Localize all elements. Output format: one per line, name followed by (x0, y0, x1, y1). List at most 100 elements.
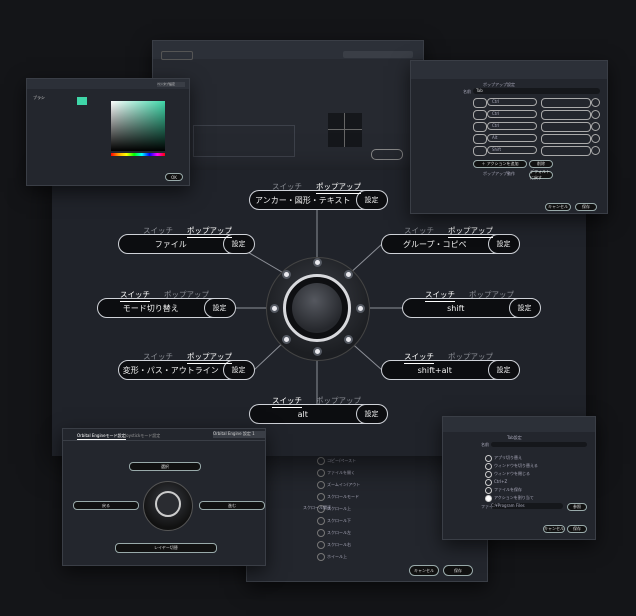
action-value-input[interactable] (541, 122, 591, 132)
cancel-button[interactable]: キャンセル (543, 525, 565, 533)
save-button[interactable]: 保存 (575, 203, 597, 211)
radio-icon (485, 455, 492, 462)
radio-label: ファイルを保存 (494, 487, 522, 492)
mini-right-pill[interactable]: 進む (199, 501, 265, 510)
radio-label: アプリ切り替え (494, 455, 522, 460)
action-row[interactable]: Alt (473, 134, 600, 144)
tab-switch[interactable]: スイッチ (143, 225, 173, 238)
pill-label: グループ・コピペ (402, 239, 467, 249)
tab-joystick-mode[interactable]: Joystickモード設定 (125, 433, 160, 439)
tab-settings-title: Tab設定 (507, 435, 522, 440)
radio-option[interactable]: アクションを割り当て (485, 495, 585, 502)
user-icon (473, 146, 487, 156)
icon-toolbar (443, 417, 595, 432)
action-row[interactable]: Shift (473, 146, 600, 156)
node-bottom[interactable] (313, 347, 322, 356)
br-name-input[interactable] (491, 442, 587, 447)
node-bottom-left[interactable] (282, 335, 291, 344)
tab-switch[interactable]: スイッチ (404, 225, 434, 238)
action-key-input[interactable]: Alt (487, 134, 537, 142)
action-key-input[interactable]: Ctrl (487, 122, 537, 130)
tab-popup[interactable]: ポップアップ (187, 351, 232, 364)
br-name-label: 名前 (481, 442, 489, 447)
action-row[interactable]: Ctrl (473, 98, 600, 108)
tab-popup[interactable]: ポップアップ (187, 225, 232, 238)
mini-top-pill[interactable]: 選択 (129, 462, 201, 471)
node-top[interactable] (313, 258, 322, 267)
action-key-input[interactable]: Ctrl (487, 98, 537, 106)
tab-orbital-mode[interactable]: Orbital Engineモード設定 (77, 433, 126, 440)
color-gradient[interactable] (111, 101, 165, 151)
orbital-mode-window: Orbital Engineモード設定 Joystickモード設定 Orbita… (62, 428, 266, 566)
tab-switch[interactable]: スイッチ (404, 351, 434, 364)
path-input[interactable]: C:¥Program Files (491, 503, 563, 509)
radio-option[interactable]: ファイルを保存 (485, 487, 585, 494)
node-bottom-right[interactable] (344, 335, 353, 344)
tab-switch[interactable]: スイッチ (272, 395, 302, 408)
popup-settings-window: ポップアップ設定 名前 Tab Ctrl Ctrl Ctrl Alt Shift ＋ ア… (410, 60, 608, 214)
remove-icon[interactable] (591, 122, 600, 131)
delete-button[interactable]: 削除 (529, 160, 553, 168)
mode-tabs-transform: スイッチ ポップアップ (143, 351, 232, 364)
save-button[interactable]: 保存 (567, 525, 587, 533)
add-action-button[interactable]: ＋ アクションを追加 (473, 160, 527, 168)
node-left[interactable] (270, 304, 279, 313)
name-input[interactable]: Tab (473, 88, 600, 94)
tab-popup[interactable]: ポップアップ (469, 289, 514, 302)
tab-popup[interactable]: ポップアップ (164, 289, 209, 302)
icon-toolbar (411, 61, 607, 79)
action-value-input[interactable] (541, 98, 591, 108)
pill-label: ファイル (154, 239, 187, 249)
tab-popup[interactable]: ポップアップ (448, 351, 493, 364)
mode-tabs-mode: スイッチ ポップアップ (120, 289, 209, 302)
tab-popup[interactable]: ポップアップ (316, 395, 361, 408)
cancel-button[interactable]: キャンセル (545, 203, 571, 211)
remove-icon[interactable] (591, 98, 600, 107)
mode-tabs-shift: スイッチ ポップアップ (425, 289, 514, 302)
radio-option[interactable]: ウィンドウを閉じる (485, 471, 585, 478)
action-value-input[interactable] (541, 146, 591, 156)
action-row[interactable]: Ctrl (473, 110, 600, 120)
tab-settings-window: Tab設定 名前 アプリ切り替えウィンドウを切り替える ウィンドウを閉じる Ctrl… (442, 416, 596, 540)
remove-icon[interactable] (591, 134, 600, 143)
action-key-input[interactable]: Shift (487, 146, 537, 154)
radio-icon (485, 463, 492, 470)
action-value-input[interactable] (541, 134, 591, 144)
browse-button[interactable]: 参照 (567, 503, 587, 511)
node-top-right[interactable] (344, 270, 353, 279)
orbital-dial-knob[interactable] (292, 283, 342, 333)
mode-tabs-file: スイッチ ポップアップ (143, 225, 232, 238)
accent-swatch[interactable] (77, 97, 87, 105)
remove-icon[interactable] (591, 146, 600, 155)
mini-left-pill[interactable]: 戻る (73, 501, 139, 510)
action-row[interactable]: Ctrl (473, 122, 600, 132)
tab-switch[interactable]: スイッチ (120, 289, 150, 302)
mode-dropdown[interactable]: Orbital Engine 設定 1 (213, 431, 265, 438)
action-key-input[interactable]: Ctrl (487, 110, 537, 118)
tab-popup[interactable]: ポップアップ (316, 181, 361, 194)
default-button[interactable]: デフォルトに戻す (529, 169, 553, 180)
hue-strip[interactable] (111, 153, 165, 156)
node-right[interactable] (356, 304, 365, 313)
pill-label: alt (297, 409, 308, 419)
tab-switch[interactable]: スイッチ (425, 289, 455, 302)
radio-icon (485, 471, 492, 478)
tab-switch[interactable]: スイッチ (272, 181, 302, 194)
tab-popup[interactable]: ポップアップ (448, 225, 493, 238)
color-dropdown[interactable]: ペンタブ設定 (157, 82, 185, 87)
pill-label: アンカー・図形・テキスト (255, 195, 351, 205)
ok-button[interactable]: OK (165, 173, 183, 181)
radio-option[interactable]: ウィンドウを切り替える (485, 463, 585, 470)
pill-label: 変形・パス・アウトライン (122, 365, 219, 375)
remove-icon[interactable] (591, 110, 600, 119)
radio-icon (485, 495, 492, 502)
action-value-input[interactable] (541, 110, 591, 120)
mode-tabs-shiftalt: スイッチ ポップアップ (404, 351, 493, 364)
radio-option[interactable]: アプリ切り替え (485, 455, 585, 462)
node-top-left[interactable] (282, 270, 291, 279)
color-picker-window: ペンタブ設定 ブラシ OK (26, 78, 190, 186)
option-label: ポップアップ動作 (483, 171, 515, 176)
tab-switch[interactable]: スイッチ (143, 351, 173, 364)
mini-bottom-pill[interactable]: レイヤー切替 (115, 543, 217, 553)
radio-option[interactable]: Ctrl+Z (485, 479, 585, 486)
